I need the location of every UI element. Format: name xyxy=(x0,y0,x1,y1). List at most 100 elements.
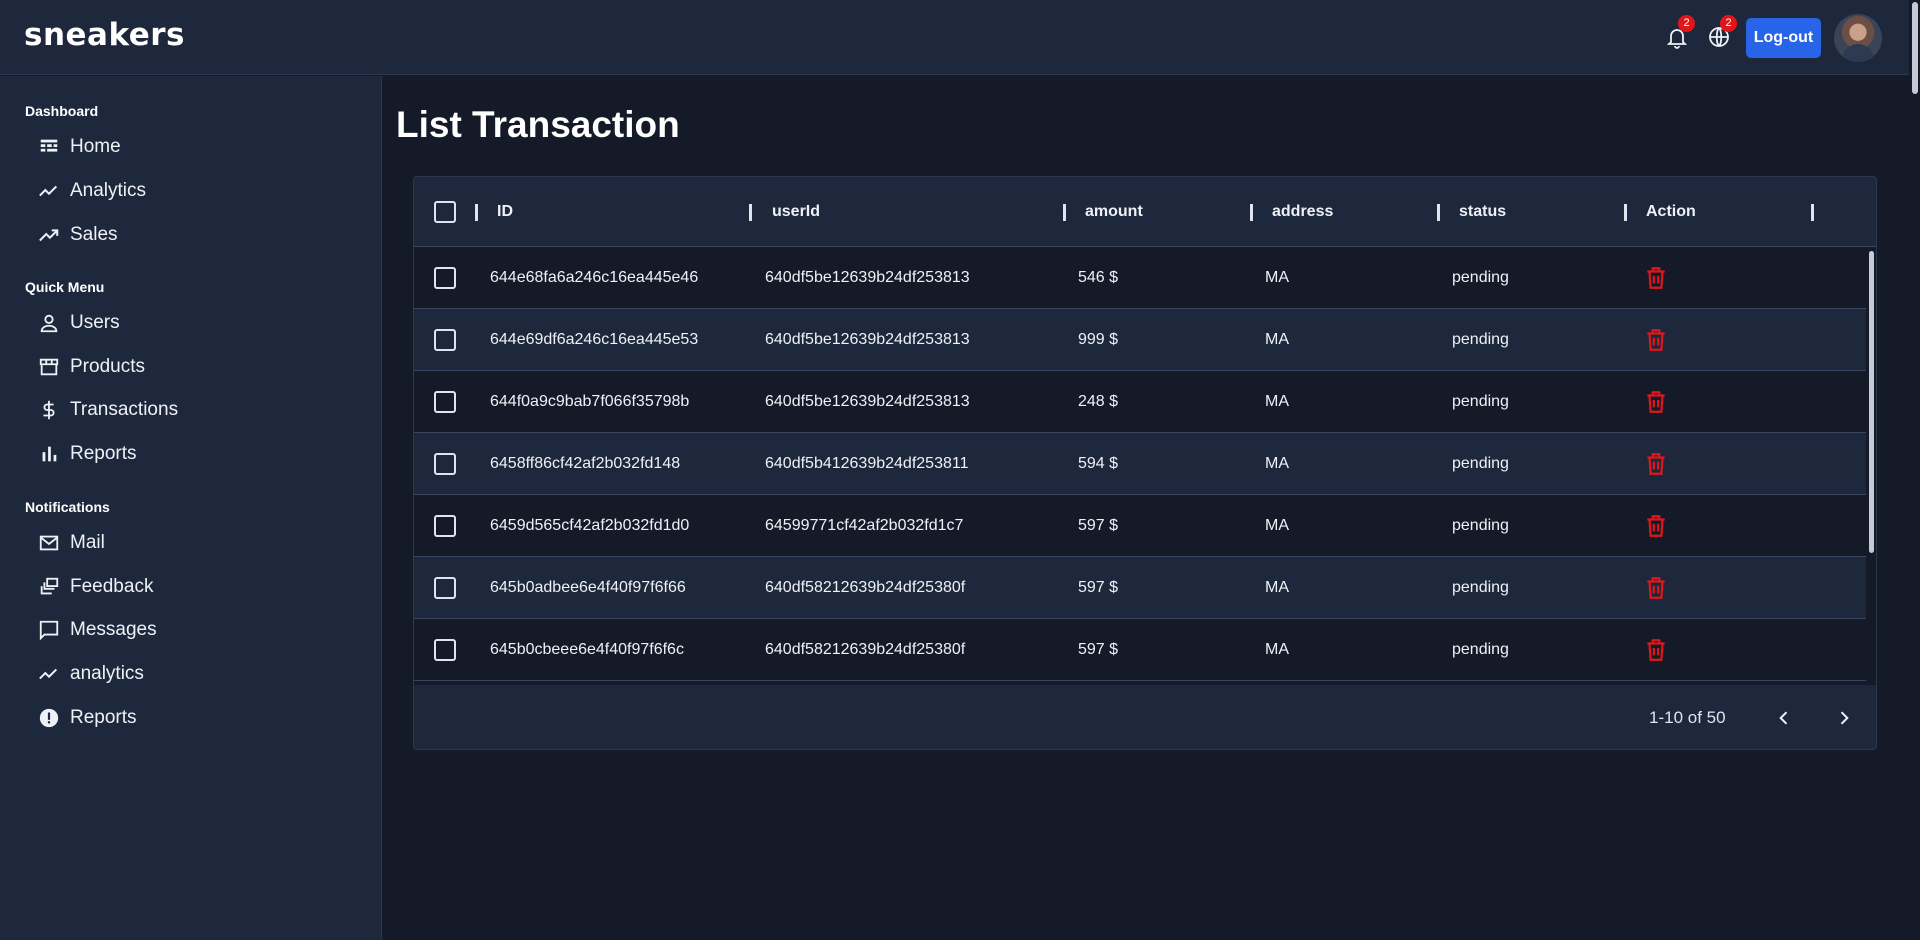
delete-icon[interactable] xyxy=(1643,451,1669,477)
table-footer: 1-10 of 50 xyxy=(414,685,1876,749)
cell-userid: 640df58212639b24df25380f xyxy=(765,641,966,658)
language-button[interactable]: 2 xyxy=(1704,15,1737,52)
table-row[interactable]: 6459d565cf42af2b032fd1d0 64599771cf42af2… xyxy=(414,495,1866,557)
cell-id: 644e68fa6a246c16ea445e46 xyxy=(490,269,699,286)
cell-userid: 640df5b412639b24df253811 xyxy=(765,455,969,472)
sidebar-item-label: Messages xyxy=(70,619,157,640)
logo[interactable]: sneakers xyxy=(24,17,185,53)
sidebar-item-messages[interactable]: Messages xyxy=(38,615,157,645)
cell-status: pending xyxy=(1452,269,1509,286)
cell-status: pending xyxy=(1452,393,1509,410)
cell-userid: 640df5be12639b24df253813 xyxy=(765,269,970,286)
column-separator[interactable] xyxy=(1811,204,1814,221)
cell-id: 645b0adbee6e4f40f97f6f66 xyxy=(490,579,686,596)
delete-icon[interactable] xyxy=(1643,513,1669,539)
sidebar-item-mail[interactable]: Mail xyxy=(38,528,105,558)
sidebar: Dashboard Home Analytics Sales Quick Men… xyxy=(0,76,382,940)
sidebar-item-products[interactable]: Products xyxy=(38,352,145,382)
column-header-userid[interactable]: userId xyxy=(772,177,820,247)
table-row[interactable]: 645b0adbee6e4f40f97f6f66 640df58212639b2… xyxy=(414,557,1866,619)
row-checkbox[interactable] xyxy=(434,453,456,475)
cell-address: MA xyxy=(1265,331,1289,348)
column-header-id[interactable]: ID xyxy=(497,177,513,247)
report-icon xyxy=(39,708,59,728)
table-scrollbar-thumb[interactable] xyxy=(1869,251,1874,553)
pagination-label: 1-10 of 50 xyxy=(1649,708,1726,727)
sidebar-item-sales[interactable]: Sales xyxy=(38,220,118,250)
sidebar-item-label: Reports xyxy=(70,707,137,728)
sidebar-item-analytics[interactable]: Analytics xyxy=(38,176,146,206)
sidebar-item-feedback[interactable]: Feedback xyxy=(38,572,153,602)
sidebar-item-label: Products xyxy=(70,356,145,377)
sidebar-item-home[interactable]: Home xyxy=(38,132,121,162)
row-checkbox[interactable] xyxy=(434,515,456,537)
table-scrollbar[interactable] xyxy=(1866,247,1876,685)
cell-address: MA xyxy=(1265,579,1289,596)
sidebar-item-label: Home xyxy=(70,136,121,157)
dollar-icon xyxy=(43,400,55,420)
prev-page-button[interactable] xyxy=(1768,702,1800,734)
table-row[interactable]: 645b0cbeee6e4f40f97f6f6c 640df58212639b2… xyxy=(414,619,1866,681)
delete-icon[interactable] xyxy=(1643,575,1669,601)
table-row[interactable]: 6458ff86cf42af2b032fd148 640df5b412639b2… xyxy=(414,433,1866,495)
column-separator[interactable] xyxy=(749,204,752,221)
logout-button[interactable]: Log-out xyxy=(1746,18,1821,58)
cell-amount: 597 $ xyxy=(1078,579,1119,596)
page-scrollbar-thumb[interactable] xyxy=(1912,2,1918,94)
row-checkbox[interactable] xyxy=(434,639,456,661)
sidebar-section-notifications: Notifications xyxy=(25,499,110,515)
row-checkbox[interactable] xyxy=(434,329,456,351)
sidebar-item-label: analytics xyxy=(70,663,144,684)
sidebar-item-reports-2[interactable]: Reports xyxy=(38,703,137,733)
sidebar-item-analytics-2[interactable]: analytics xyxy=(38,659,144,689)
column-separator[interactable] xyxy=(475,204,478,221)
table-row[interactable]: 644e69df6a246c16ea445e53 640df5be12639b2… xyxy=(414,309,1866,371)
delete-icon[interactable] xyxy=(1643,327,1669,353)
delete-icon[interactable] xyxy=(1643,637,1669,663)
cell-address: MA xyxy=(1265,393,1289,410)
sidebar-item-label: Sales xyxy=(70,224,118,245)
column-header-status[interactable]: status xyxy=(1459,177,1506,247)
cell-id: 645b0cbeee6e4f40f97f6f6c xyxy=(490,641,684,658)
column-separator[interactable] xyxy=(1063,204,1066,221)
sidebar-item-label: Transactions xyxy=(70,399,179,420)
chevron-right-icon xyxy=(1840,711,1849,725)
sidebar-item-users[interactable]: Users xyxy=(38,308,120,338)
table-row[interactable]: 644f0a9c9bab7f066f35798b 640df5be12639b2… xyxy=(414,371,1866,433)
column-header-action[interactable]: Action xyxy=(1646,177,1696,247)
select-all-checkbox[interactable] xyxy=(434,201,456,223)
row-checkbox[interactable] xyxy=(434,391,456,413)
sidebar-item-label: Users xyxy=(70,312,120,333)
sidebar-item-reports[interactable]: Reports xyxy=(38,439,137,469)
table-row[interactable]: 644e68fa6a246c16ea445e46 640df5be12639b2… xyxy=(414,247,1866,309)
sidebar-item-label: Reports xyxy=(70,443,137,464)
row-checkbox[interactable] xyxy=(434,267,456,289)
sidebar-item-transactions[interactable]: Transactions xyxy=(38,395,178,425)
timeline-icon xyxy=(39,668,58,680)
row-checkbox[interactable] xyxy=(434,577,456,599)
cell-status: pending xyxy=(1452,517,1509,534)
column-separator[interactable] xyxy=(1250,204,1253,221)
cell-id: 644f0a9c9bab7f066f35798b xyxy=(490,393,690,410)
avatar[interactable] xyxy=(1834,14,1882,62)
notifications-button[interactable]: 2 xyxy=(1662,15,1695,52)
language-badge: 2 xyxy=(1720,15,1737,32)
dashboard-icon xyxy=(40,139,58,152)
cell-address: MA xyxy=(1265,269,1289,286)
cell-address: MA xyxy=(1265,455,1289,472)
delete-icon[interactable] xyxy=(1643,265,1669,291)
dynamic-feed-icon xyxy=(40,577,59,595)
column-separator[interactable] xyxy=(1437,204,1440,221)
transactions-table: ID userId amount address status Action 6… xyxy=(413,176,1877,750)
column-separator[interactable] xyxy=(1624,204,1627,221)
cell-id: 644e69df6a246c16ea445e53 xyxy=(490,331,699,348)
column-header-address[interactable]: address xyxy=(1272,177,1333,247)
mail-icon xyxy=(39,535,59,551)
person-icon xyxy=(40,314,58,333)
next-page-button[interactable] xyxy=(1828,702,1860,734)
delete-icon[interactable] xyxy=(1643,389,1669,415)
sidebar-item-label: Feedback xyxy=(70,576,154,597)
cell-userid: 640df5be12639b24df253813 xyxy=(765,331,970,348)
column-header-amount[interactable]: amount xyxy=(1085,177,1143,247)
page-scrollbar[interactable] xyxy=(1909,0,1920,940)
